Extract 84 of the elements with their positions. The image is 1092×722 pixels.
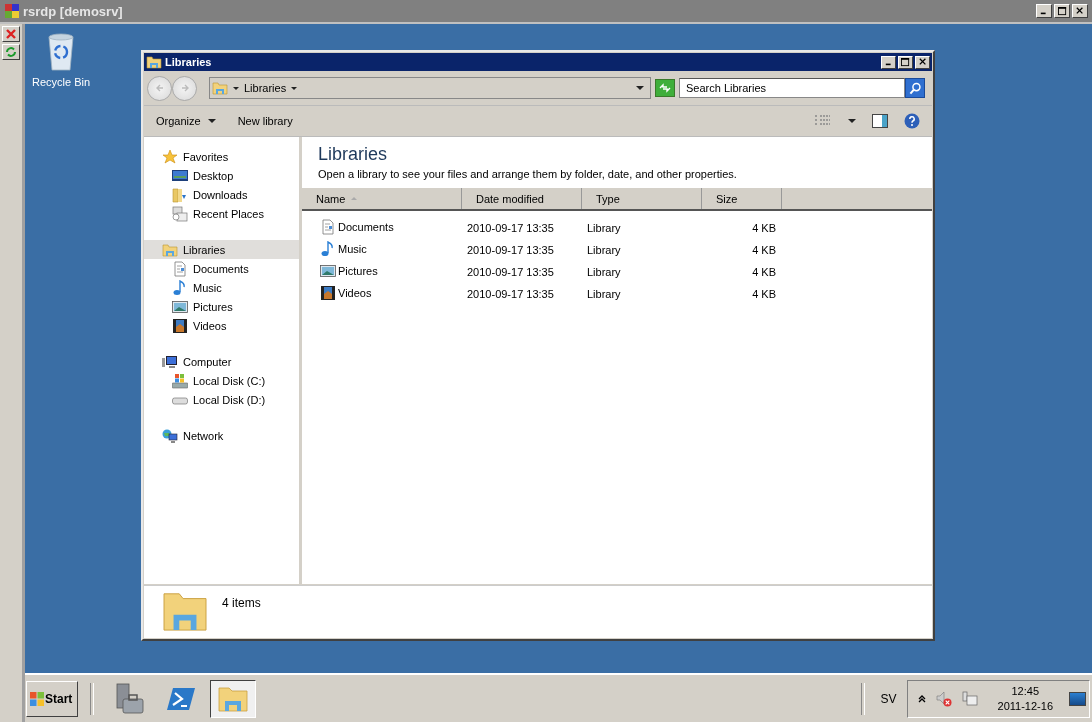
recycle-bin-icon[interactable] [45,32,77,72]
type-cell: Library [587,266,621,278]
toolbar-button[interactable]: New library [233,112,297,130]
size-cell: 4 KB [752,266,776,278]
clock-date: 2011-12-16 [997,698,1053,714]
computer-icon [162,353,178,370]
document-icon [172,260,188,277]
network-icon [162,427,178,444]
size-cell: 4 KB [752,288,776,300]
type-cell: Library [587,222,621,234]
breadcrumb-item[interactable]: Libraries [244,82,287,94]
nav-item[interactable]: Desktop [144,166,299,185]
caret-icon[interactable] [291,86,298,90]
minimize-button[interactable] [1036,4,1052,18]
search-field[interactable]: Search Libraries [679,78,905,98]
muted-speaker-icon[interactable] [935,690,952,707]
column-header[interactable]: Date modified [462,188,582,209]
close-icon[interactable] [1076,7,1084,15]
music-note-icon [172,279,188,296]
date-modified-cell: 2010-09-17 13:35 [467,244,554,256]
nav-item[interactable]: Local Disk (C:) [144,371,299,390]
picture-icon [320,263,336,279]
toolbar-button[interactable]: Organize [152,112,220,130]
nav-item[interactable]: Documents [144,259,299,278]
type-cell: Library [587,288,621,300]
nav-item[interactable]: Favorites [144,147,299,166]
server-toolbox-icon [113,682,145,715]
desktop-icon-label[interactable]: Recycle Bin [31,76,91,88]
caret-icon[interactable] [207,119,216,123]
star-icon [162,148,178,165]
app-icon [4,3,20,19]
library-folder-icon [212,80,228,96]
file-name[interactable]: Documents [320,219,394,235]
library-description: Open a library to see your files and arrange them by folder, date, and other properties. [318,168,738,180]
clock-time: 12:45 [1011,683,1040,699]
nav-item[interactable]: Local Disk (D:) [144,390,299,409]
film-icon [172,317,188,334]
start-button[interactable]: Start [26,680,78,717]
caret-icon[interactable] [848,119,856,123]
clock[interactable]: 12:45 2011-12-16 [997,683,1053,714]
picture-icon [172,298,188,315]
caret-icon[interactable] [233,86,239,90]
monitor-icon [172,167,188,184]
close-button[interactable] [1072,4,1088,18]
taskbar-app-button[interactable] [210,679,256,718]
language-indicator[interactable]: SV [876,691,901,706]
film-icon [320,285,336,301]
file-name[interactable]: Music [320,241,367,257]
column-header[interactable]: Type [582,188,702,209]
show-desktop-button[interactable] [1069,691,1086,706]
library-folder-icon [162,590,208,632]
chevron-up-icon[interactable] [917,694,926,703]
file-name[interactable]: Videos [320,285,372,301]
size-cell: 4 KB [752,244,776,256]
library-heading: Libraries [318,144,389,165]
nav-item[interactable]: Videos [144,316,299,335]
library-folder-icon [146,54,162,70]
library-folder-icon [162,241,178,258]
column-header[interactable]: Size [702,188,782,209]
nav-item[interactable]: Recent Places [144,204,299,223]
nav-item[interactable]: Network [144,426,299,445]
nav-item[interactable]: Pictures [144,297,299,316]
date-modified-cell: 2010-09-17 13:35 [467,288,554,300]
download-folder-icon [172,186,188,203]
date-modified-cell: 2010-09-17 13:35 [467,266,554,278]
date-modified-cell: 2010-09-17 13:35 [467,222,554,234]
nav-item[interactable]: Downloads [144,185,299,204]
address-bar[interactable]: Libraries [209,77,651,99]
column-header[interactable]: Name [302,188,462,209]
dropdown-icon[interactable] [636,86,644,90]
windows-drive-icon [172,372,188,389]
type-cell: Library [587,244,621,256]
nav-item[interactable]: Computer [144,352,299,371]
nav-item[interactable]: Libraries [144,240,299,259]
nav-item[interactable]: Music [144,278,299,297]
window-title: Libraries [165,56,212,68]
recent-places-icon [172,205,188,222]
music-note-icon [320,241,336,257]
size-cell: 4 KB [752,222,776,234]
document-icon [320,219,336,235]
window-title: rsrdp [demosrv] [23,3,123,19]
preview-pane-icon[interactable] [872,114,888,128]
item-count: 4 items [222,596,261,610]
file-name[interactable]: Pictures [320,263,378,279]
